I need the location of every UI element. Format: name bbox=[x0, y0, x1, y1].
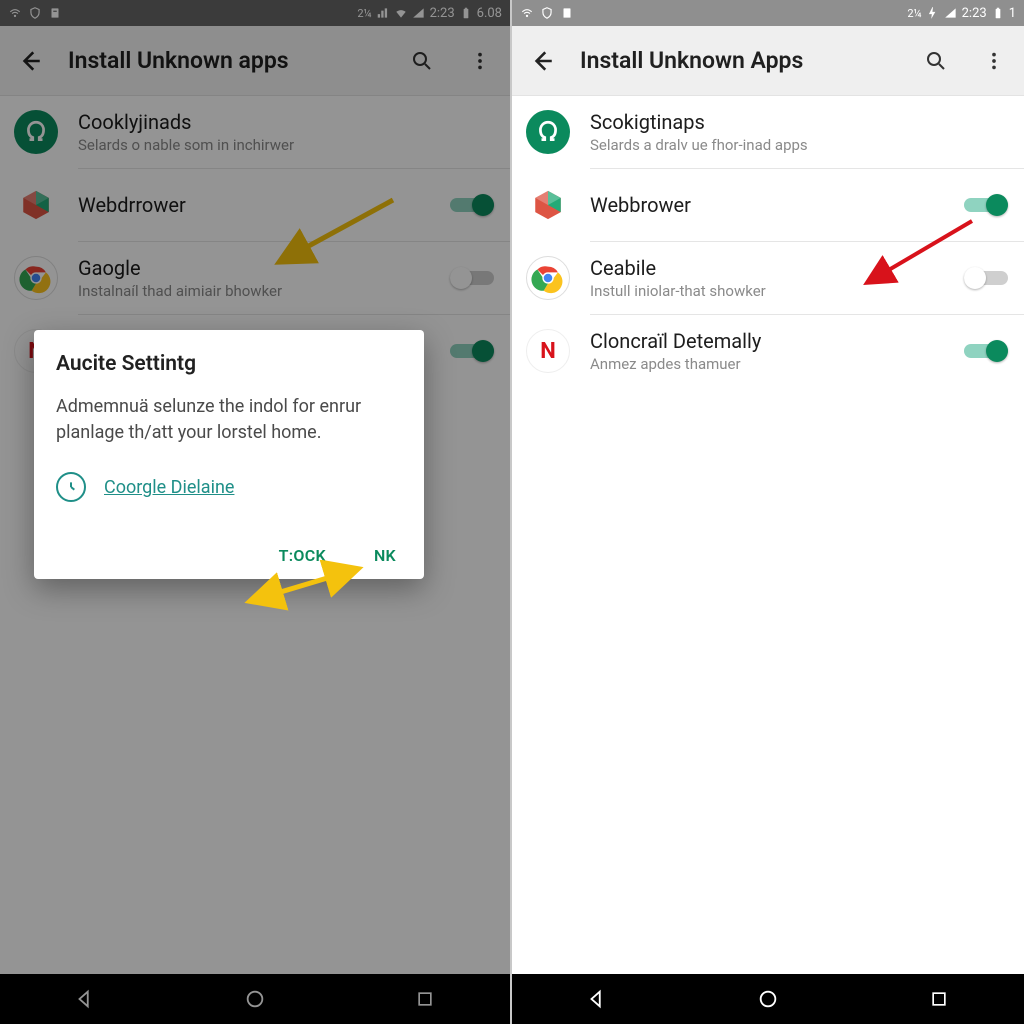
app-row[interactable]: Webbrower bbox=[512, 169, 1024, 241]
app-bar: Install Unknown apps bbox=[0, 26, 510, 96]
page-icon bbox=[48, 6, 62, 20]
app-title: Webbrower bbox=[590, 193, 944, 217]
app-subtitle: Anmez apdes thamuer bbox=[590, 355, 944, 373]
wifi-small-icon bbox=[394, 6, 408, 20]
app-row[interactable]: Webdrrower bbox=[0, 169, 510, 241]
status-clock: 2:23 bbox=[962, 6, 987, 21]
status-bar: 2¼ 2:23 6.08 bbox=[0, 0, 510, 26]
info-icon bbox=[56, 472, 86, 502]
back-button[interactable] bbox=[522, 41, 562, 81]
app-list: Scokigtinaps Selards a dralv ue fhor-ina… bbox=[512, 96, 1024, 974]
box-icon bbox=[14, 183, 58, 227]
wifi-icon bbox=[8, 6, 22, 20]
app-title: Webdrrower bbox=[78, 193, 430, 217]
search-icon bbox=[924, 49, 948, 73]
overflow-button[interactable] bbox=[974, 41, 1014, 81]
chrome-icon bbox=[14, 256, 58, 300]
app-row[interactable]: Gaogle Instalnaíl thad aimiair bhowker bbox=[0, 242, 510, 314]
cell-icon bbox=[412, 6, 426, 20]
box-icon bbox=[526, 183, 570, 227]
omega-icon bbox=[526, 110, 570, 154]
app-subtitle: Instull iniolar-that showker bbox=[590, 282, 944, 300]
app-row[interactable]: N Cloncraïl Detemally Anmez apdes thamue… bbox=[512, 315, 1024, 387]
app-subtitle: Selards a dralv ue fhor-inad apps bbox=[590, 136, 1008, 154]
status-battery: 6.08 bbox=[477, 6, 502, 21]
network-indicator: 2¼ bbox=[907, 7, 921, 20]
nav-back-button[interactable] bbox=[55, 981, 115, 1017]
toggle-switch[interactable] bbox=[450, 193, 494, 217]
battery-icon bbox=[991, 6, 1005, 20]
signal-icon bbox=[376, 6, 390, 20]
arrow-left-icon bbox=[529, 48, 555, 74]
app-row[interactable]: Cooklyjinads Selards o nable som in inch… bbox=[0, 96, 510, 168]
page-title: Install Unknown Apps bbox=[580, 47, 898, 74]
nav-recents-button[interactable] bbox=[909, 981, 969, 1017]
cell-icon bbox=[944, 6, 958, 20]
more-vert-icon bbox=[983, 50, 1005, 72]
shield-icon bbox=[28, 6, 42, 20]
dialog-link[interactable]: Coorgle Dielaine bbox=[104, 477, 234, 498]
dialog-title: Aucite Settintg bbox=[56, 352, 402, 376]
app-row[interactable]: Ceabile Instull iniolar-that showker bbox=[512, 242, 1024, 314]
app-title: Scokigtinaps bbox=[590, 110, 1008, 134]
app-title: Gaogle bbox=[78, 256, 430, 280]
back-button[interactable] bbox=[10, 41, 50, 81]
toggle-switch[interactable] bbox=[450, 339, 494, 363]
nav-back-button[interactable] bbox=[567, 981, 627, 1017]
dialog-body: Admemnuä selunze the indol for enrur pla… bbox=[56, 394, 402, 446]
battery-icon bbox=[459, 6, 473, 20]
toggle-switch[interactable] bbox=[964, 193, 1008, 217]
page-icon bbox=[560, 6, 574, 20]
omega-icon bbox=[14, 110, 58, 154]
netflix-icon: N bbox=[526, 329, 570, 373]
app-bar: Install Unknown Apps bbox=[512, 26, 1024, 96]
search-button[interactable] bbox=[402, 41, 442, 81]
status-clock: 2:23 bbox=[430, 6, 455, 21]
chrome-icon bbox=[526, 256, 570, 300]
toggle-switch[interactable] bbox=[450, 266, 494, 290]
dialog-cancel-button[interactable]: T:OCK bbox=[279, 546, 326, 565]
status-battery: 1 bbox=[1009, 6, 1016, 21]
app-title: Cloncraïl Detemally bbox=[590, 329, 944, 353]
confirm-dialog: Aucite Settintg Admemnuä selunze the ind… bbox=[34, 330, 424, 579]
right-phone: 2¼ 2:23 1 Install Unknown Apps bbox=[512, 0, 1024, 1024]
network-indicator: 2¼ bbox=[357, 7, 371, 20]
nav-home-button[interactable] bbox=[738, 981, 798, 1017]
app-title: Ceabile bbox=[590, 256, 944, 280]
arrow-left-icon bbox=[17, 48, 43, 74]
toggle-switch[interactable] bbox=[964, 266, 1008, 290]
app-row[interactable]: Scokigtinaps Selards a dralv ue fhor-ina… bbox=[512, 96, 1024, 168]
search-icon bbox=[410, 49, 434, 73]
app-subtitle: Selards o nable som in inchirwer bbox=[78, 136, 494, 154]
left-phone: 2¼ 2:23 6.08 Install Unknown apps bbox=[0, 0, 512, 1024]
app-title: Cooklyjinads bbox=[78, 110, 494, 134]
dialog-ok-button[interactable]: NK bbox=[374, 546, 396, 565]
nav-recents-button[interactable] bbox=[395, 981, 455, 1017]
more-vert-icon bbox=[469, 50, 491, 72]
wifi-icon bbox=[520, 6, 534, 20]
system-nav-bar bbox=[0, 974, 510, 1024]
app-subtitle: Instalnaíl thad aimiair bhowker bbox=[78, 282, 430, 300]
overflow-button[interactable] bbox=[460, 41, 500, 81]
nav-home-button[interactable] bbox=[225, 981, 285, 1017]
bolt-icon bbox=[926, 6, 940, 20]
shield-icon bbox=[540, 6, 554, 20]
status-bar: 2¼ 2:23 1 bbox=[512, 0, 1024, 26]
system-nav-bar bbox=[512, 974, 1024, 1024]
page-title: Install Unknown apps bbox=[68, 47, 384, 74]
search-button[interactable] bbox=[916, 41, 956, 81]
toggle-switch[interactable] bbox=[964, 339, 1008, 363]
